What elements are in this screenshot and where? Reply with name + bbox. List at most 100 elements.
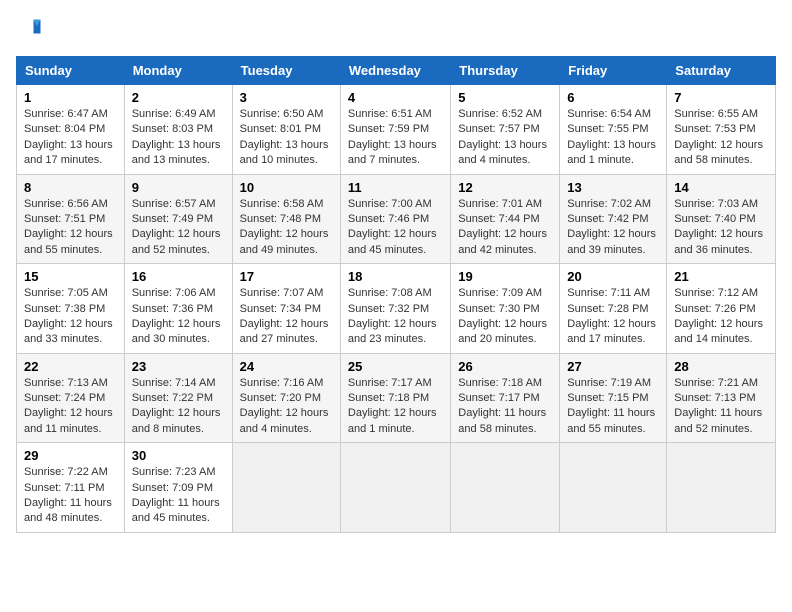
calendar-day: 15 Sunrise: 7:05 AM Sunset: 7:38 PM Dayl…: [17, 264, 125, 354]
sunset: Sunset: 7:55 PM: [567, 123, 648, 135]
day-number: 3: [240, 90, 333, 105]
sunrise: Sunrise: 6:47 AM: [24, 108, 108, 120]
day-number: 23: [132, 359, 225, 374]
sunrise: Sunrise: 7:22 AM: [24, 466, 108, 478]
day-number: 24: [240, 359, 333, 374]
daylight: Daylight: 12 hours and 39 minutes.: [567, 228, 656, 255]
daylight: Daylight: 12 hours and 55 minutes.: [24, 228, 113, 255]
sunset: Sunset: 8:03 PM: [132, 123, 213, 135]
daylight: Daylight: 12 hours and 49 minutes.: [240, 228, 329, 255]
calendar-table: SundayMondayTuesdayWednesdayThursdayFrid…: [16, 56, 776, 533]
sunrise: Sunrise: 7:19 AM: [567, 377, 651, 389]
daylight: Daylight: 13 hours and 17 minutes.: [24, 139, 113, 166]
day-number: 16: [132, 269, 225, 284]
sunset: Sunset: 8:01 PM: [240, 123, 321, 135]
sunrise: Sunrise: 6:56 AM: [24, 198, 108, 210]
calendar-header-row: SundayMondayTuesdayWednesdayThursdayFrid…: [17, 57, 776, 85]
sunset: Sunset: 7:48 PM: [240, 213, 321, 225]
sunrise: Sunrise: 7:11 AM: [567, 287, 650, 299]
sunset: Sunset: 7:42 PM: [567, 213, 648, 225]
sunset: Sunset: 7:26 PM: [674, 303, 755, 315]
calendar-week-3: 15 Sunrise: 7:05 AM Sunset: 7:38 PM Dayl…: [17, 264, 776, 354]
calendar-day: [560, 443, 667, 533]
sunset: Sunset: 7:34 PM: [240, 303, 321, 315]
sunrise: Sunrise: 7:12 AM: [674, 287, 758, 299]
calendar-day: 16 Sunrise: 7:06 AM Sunset: 7:36 PM Dayl…: [124, 264, 232, 354]
day-number: 21: [674, 269, 768, 284]
calendar-week-1: 1 Sunrise: 6:47 AM Sunset: 8:04 PM Dayli…: [17, 85, 776, 175]
day-number: 15: [24, 269, 117, 284]
daylight: Daylight: 12 hours and 1 minute.: [348, 407, 437, 434]
sunrise: Sunrise: 6:50 AM: [240, 108, 324, 120]
day-info: Sunrise: 7:05 AM Sunset: 7:38 PM Dayligh…: [24, 286, 117, 348]
day-number: 26: [458, 359, 552, 374]
calendar-day: 5 Sunrise: 6:52 AM Sunset: 7:57 PM Dayli…: [451, 85, 560, 175]
day-info: Sunrise: 7:00 AM Sunset: 7:46 PM Dayligh…: [348, 197, 443, 259]
calendar-day: 30 Sunrise: 7:23 AM Sunset: 7:09 PM Dayl…: [124, 443, 232, 533]
daylight: Daylight: 12 hours and 45 minutes.: [348, 228, 437, 255]
daylight: Daylight: 11 hours and 55 minutes.: [567, 407, 655, 434]
day-number: 8: [24, 180, 117, 195]
day-info: Sunrise: 6:51 AM Sunset: 7:59 PM Dayligh…: [348, 107, 443, 169]
daylight: Daylight: 13 hours and 7 minutes.: [348, 139, 437, 166]
sunset: Sunset: 7:44 PM: [458, 213, 539, 225]
sunset: Sunset: 7:24 PM: [24, 392, 105, 404]
calendar-day: 7 Sunrise: 6:55 AM Sunset: 7:53 PM Dayli…: [667, 85, 776, 175]
day-number: 13: [567, 180, 659, 195]
calendar-week-4: 22 Sunrise: 7:13 AM Sunset: 7:24 PM Dayl…: [17, 353, 776, 443]
logo-icon: [16, 16, 44, 44]
sunset: Sunset: 8:04 PM: [24, 123, 105, 135]
day-info: Sunrise: 7:21 AM Sunset: 7:13 PM Dayligh…: [674, 376, 768, 438]
calendar-week-5: 29 Sunrise: 7:22 AM Sunset: 7:11 PM Dayl…: [17, 443, 776, 533]
sunrise: Sunrise: 6:55 AM: [674, 108, 758, 120]
daylight: Daylight: 13 hours and 4 minutes.: [458, 139, 547, 166]
calendar-day: 28 Sunrise: 7:21 AM Sunset: 7:13 PM Dayl…: [667, 353, 776, 443]
day-number: 18: [348, 269, 443, 284]
calendar-day: 3 Sunrise: 6:50 AM Sunset: 8:01 PM Dayli…: [232, 85, 340, 175]
calendar-day: 18 Sunrise: 7:08 AM Sunset: 7:32 PM Dayl…: [340, 264, 450, 354]
day-info: Sunrise: 7:22 AM Sunset: 7:11 PM Dayligh…: [24, 465, 117, 527]
day-number: 10: [240, 180, 333, 195]
day-info: Sunrise: 6:47 AM Sunset: 8:04 PM Dayligh…: [24, 107, 117, 169]
day-number: 25: [348, 359, 443, 374]
calendar-day: 8 Sunrise: 6:56 AM Sunset: 7:51 PM Dayli…: [17, 174, 125, 264]
day-number: 5: [458, 90, 552, 105]
day-number: 2: [132, 90, 225, 105]
day-info: Sunrise: 7:23 AM Sunset: 7:09 PM Dayligh…: [132, 465, 225, 527]
day-info: Sunrise: 7:18 AM Sunset: 7:17 PM Dayligh…: [458, 376, 552, 438]
calendar-day: 13 Sunrise: 7:02 AM Sunset: 7:42 PM Dayl…: [560, 174, 667, 264]
calendar-day: 26 Sunrise: 7:18 AM Sunset: 7:17 PM Dayl…: [451, 353, 560, 443]
daylight: Daylight: 12 hours and 58 minutes.: [674, 139, 763, 166]
calendar-day: [667, 443, 776, 533]
day-number: 29: [24, 448, 117, 463]
column-header-sunday: Sunday: [17, 57, 125, 85]
day-info: Sunrise: 7:08 AM Sunset: 7:32 PM Dayligh…: [348, 286, 443, 348]
day-info: Sunrise: 7:17 AM Sunset: 7:18 PM Dayligh…: [348, 376, 443, 438]
sunrise: Sunrise: 7:02 AM: [567, 198, 651, 210]
daylight: Daylight: 12 hours and 36 minutes.: [674, 228, 763, 255]
daylight: Daylight: 12 hours and 11 minutes.: [24, 407, 113, 434]
calendar-day: [451, 443, 560, 533]
day-info: Sunrise: 7:11 AM Sunset: 7:28 PM Dayligh…: [567, 286, 659, 348]
day-number: 30: [132, 448, 225, 463]
day-info: Sunrise: 7:09 AM Sunset: 7:30 PM Dayligh…: [458, 286, 552, 348]
calendar-day: 21 Sunrise: 7:12 AM Sunset: 7:26 PM Dayl…: [667, 264, 776, 354]
day-number: 6: [567, 90, 659, 105]
sunset: Sunset: 7:32 PM: [348, 303, 429, 315]
daylight: Daylight: 12 hours and 20 minutes.: [458, 318, 547, 345]
sunset: Sunset: 7:53 PM: [674, 123, 755, 135]
day-info: Sunrise: 7:07 AM Sunset: 7:34 PM Dayligh…: [240, 286, 333, 348]
calendar-day: 2 Sunrise: 6:49 AM Sunset: 8:03 PM Dayli…: [124, 85, 232, 175]
sunset: Sunset: 7:15 PM: [567, 392, 648, 404]
calendar-day: 22 Sunrise: 7:13 AM Sunset: 7:24 PM Dayl…: [17, 353, 125, 443]
column-header-saturday: Saturday: [667, 57, 776, 85]
sunrise: Sunrise: 7:01 AM: [458, 198, 542, 210]
sunrise: Sunrise: 7:05 AM: [24, 287, 108, 299]
day-info: Sunrise: 7:13 AM Sunset: 7:24 PM Dayligh…: [24, 376, 117, 438]
day-info: Sunrise: 6:58 AM Sunset: 7:48 PM Dayligh…: [240, 197, 333, 259]
day-number: 4: [348, 90, 443, 105]
sunset: Sunset: 7:18 PM: [348, 392, 429, 404]
sunrise: Sunrise: 7:09 AM: [458, 287, 542, 299]
calendar-day: 4 Sunrise: 6:51 AM Sunset: 7:59 PM Dayli…: [340, 85, 450, 175]
calendar-day: 10 Sunrise: 6:58 AM Sunset: 7:48 PM Dayl…: [232, 174, 340, 264]
